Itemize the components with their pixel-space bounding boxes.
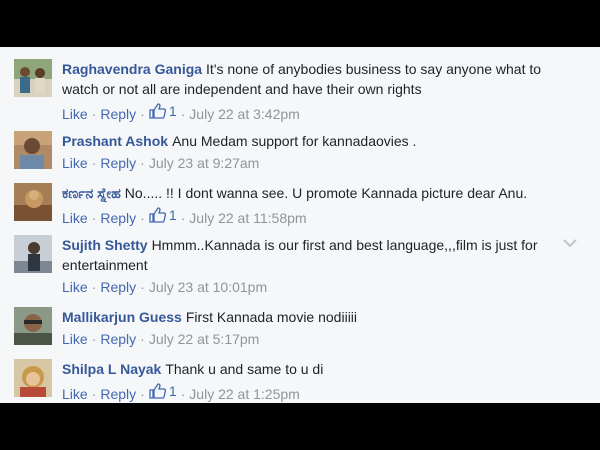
avatar[interactable]: [14, 359, 52, 397]
thumbs-up-icon: [149, 383, 166, 399]
comment-actions: Like · Reply · 1 · July 22 at 11:58pm: [62, 205, 307, 226]
comment-author[interactable]: Sujith Shetty: [62, 237, 148, 253]
comment-body: Mallikarjun Guess First Kannada movie nod…: [62, 307, 562, 327]
comment-body: Sujith Shetty Hmmm..Kannada is our first …: [62, 235, 562, 275]
comment-text: First Kannada movie nodiiiii: [185, 309, 358, 325]
like-count[interactable]: 1: [149, 381, 177, 401]
like-button[interactable]: Like: [62, 106, 88, 122]
comment-timestamp[interactable]: July 22 at 11:58pm: [189, 210, 306, 226]
comment-body: Prashant Ashok Anu Medam support for kann…: [62, 131, 562, 151]
reply-button[interactable]: Reply: [100, 210, 136, 226]
chevron-down-icon[interactable]: [562, 237, 578, 249]
comment-author[interactable]: Mallikarjun Guess: [62, 309, 182, 325]
avatar[interactable]: [14, 235, 52, 273]
comment-actions: Like · Reply · 1 · July 22 at 3:42pm: [62, 101, 300, 122]
comment-actions: Like · Reply · 1 · July 22 at 1:25pm: [62, 381, 300, 402]
comment-author[interactable]: Prashant Ashok: [62, 133, 168, 149]
comment-timestamp[interactable]: July 23 at 9:27am: [149, 155, 260, 171]
avatar[interactable]: [14, 307, 52, 345]
comment-text: Anu Medam support for kannadaovies .: [172, 133, 417, 149]
like-button[interactable]: Like: [62, 210, 88, 226]
reply-button[interactable]: Reply: [100, 331, 136, 347]
reply-button[interactable]: Reply: [100, 155, 136, 171]
comment-body: Shilpa L Nayak Thank u and same to u di: [62, 359, 562, 379]
like-count[interactable]: 1: [149, 205, 177, 225]
comment-timestamp[interactable]: July 23 at 10:01pm: [149, 279, 267, 295]
comment-body: ಕರ್ಣನ ಸ್ನೇಹ No..... !! I dont wanna see. …: [62, 183, 562, 203]
reply-button[interactable]: Reply: [100, 386, 136, 402]
reply-button[interactable]: Reply: [100, 279, 136, 295]
comment-author[interactable]: Shilpa L Nayak: [62, 361, 161, 377]
comment-author[interactable]: Raghavendra Ganiga: [62, 61, 202, 77]
comment-text: Thank u and same to u di: [165, 361, 324, 377]
comment-timestamp[interactable]: July 22 at 3:42pm: [189, 106, 300, 122]
like-button[interactable]: Like: [62, 279, 88, 295]
like-button[interactable]: Like: [62, 331, 88, 347]
thumbs-up-icon: [149, 103, 166, 119]
like-button[interactable]: Like: [62, 155, 88, 171]
comments-panel: Raghavendra Ganiga It's none of anybodies…: [0, 47, 600, 403]
like-button[interactable]: Like: [62, 386, 88, 402]
comment-text: No..... !! I dont wanna see. U promote K…: [124, 185, 528, 201]
avatar[interactable]: [14, 59, 52, 97]
comment-author[interactable]: ಕರ್ಣನ ಸ್ನೇಹ: [62, 185, 121, 201]
comment-actions: Like · Reply · July 23 at 9:27am: [62, 155, 260, 171]
like-count[interactable]: 1: [149, 101, 177, 121]
comment-actions: Like · Reply · July 23 at 10:01pm: [62, 279, 268, 295]
thumbs-up-icon: [149, 207, 166, 223]
reply-button[interactable]: Reply: [100, 106, 136, 122]
comment-body: Raghavendra Ganiga It's none of anybodies…: [62, 59, 562, 99]
comment-actions: Like · Reply · July 22 at 5:17pm: [62, 331, 260, 347]
comment-timestamp[interactable]: July 22 at 5:17pm: [149, 331, 260, 347]
avatar[interactable]: [14, 183, 52, 221]
avatar[interactable]: [14, 131, 52, 169]
comment-timestamp[interactable]: July 22 at 1:25pm: [189, 386, 300, 402]
